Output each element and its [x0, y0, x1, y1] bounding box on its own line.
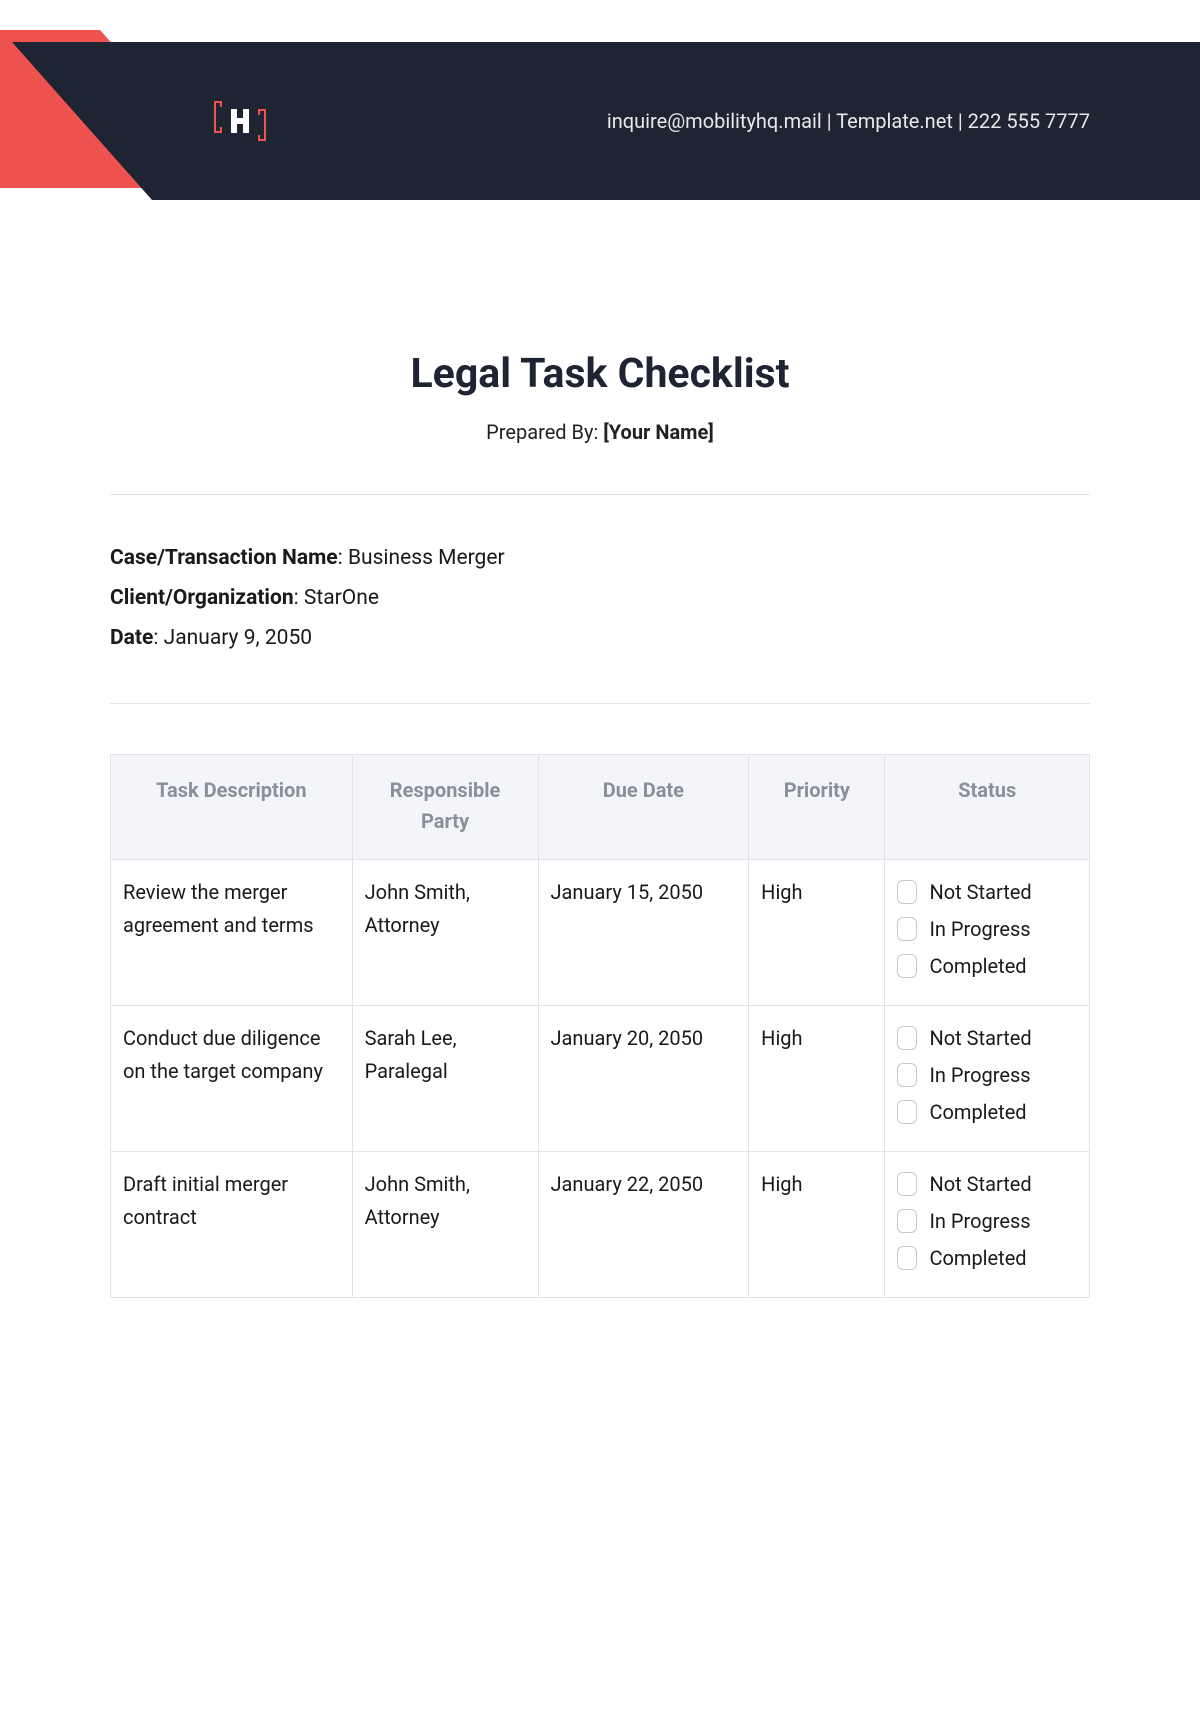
checkbox-icon[interactable] — [897, 917, 917, 941]
checkbox-icon[interactable] — [897, 1063, 917, 1087]
status-option: In Progress — [897, 1059, 1077, 1092]
col-header-resp: Responsible Party — [352, 754, 538, 859]
status-option: Completed — [897, 950, 1077, 983]
meta-block: Case/Transaction Name: Business Merger C… — [110, 495, 1090, 703]
meta-client-label: Client/Organization — [110, 586, 294, 610]
document-content: Legal Task Checklist Prepared By: [Your … — [0, 220, 1200, 1298]
status-option: In Progress — [897, 913, 1077, 946]
status-label: Completed — [929, 1096, 1077, 1129]
status-label: In Progress — [929, 1205, 1077, 1238]
prepared-by-value: [Your Name] — [603, 420, 714, 444]
meta-date-value: January 9, 2050 — [164, 626, 312, 650]
checkbox-icon[interactable] — [897, 1172, 917, 1196]
cell-desc: Draft initial merger contract — [111, 1151, 353, 1297]
cell-pri: High — [749, 1005, 885, 1151]
meta-case-value: Business Merger — [348, 546, 505, 570]
cell-status: Not Started In Progress Completed — [885, 859, 1090, 1005]
status-label: Completed — [929, 950, 1077, 983]
separator: | — [822, 109, 836, 133]
table-header-row: Task Description Responsible Party Due D… — [111, 754, 1090, 859]
logo-icon — [210, 95, 270, 147]
cell-resp: John Smith, Attorney — [352, 1151, 538, 1297]
cell-due: January 15, 2050 — [538, 859, 749, 1005]
col-header-due: Due Date — [538, 754, 749, 859]
checkbox-icon[interactable] — [897, 1100, 917, 1124]
col-header-pri: Priority — [749, 754, 885, 859]
divider — [110, 703, 1090, 704]
cell-resp: Sarah Lee, Paralegal — [352, 1005, 538, 1151]
contact-site: Template.net — [836, 109, 953, 133]
contact-line: inquire@mobilityhq.mail | Template.net |… — [607, 109, 1090, 133]
meta-date: Date: January 9, 2050 — [110, 619, 1090, 659]
checkbox-icon[interactable] — [897, 1026, 917, 1050]
meta-client-value: StarOne — [304, 586, 379, 610]
meta-case-label: Case/Transaction Name — [110, 546, 338, 570]
status-option: Completed — [897, 1242, 1077, 1275]
status-option: Not Started — [897, 876, 1077, 909]
cell-pri: High — [749, 859, 885, 1005]
separator: | — [953, 109, 968, 133]
col-header-desc: Task Description — [111, 754, 353, 859]
cell-due: January 20, 2050 — [538, 1005, 749, 1151]
status-option: Not Started — [897, 1168, 1077, 1201]
header-bar: inquire@mobilityhq.mail | Template.net |… — [0, 42, 1200, 200]
status-label: In Progress — [929, 1059, 1077, 1092]
table-row: Review the merger agreement and termsJoh… — [111, 859, 1090, 1005]
status-option: In Progress — [897, 1205, 1077, 1238]
cell-desc: Conduct due diligence on the target comp… — [111, 1005, 353, 1151]
prepared-by-label: Prepared By: — [486, 420, 603, 444]
status-option: Completed — [897, 1096, 1077, 1129]
cell-pri: High — [749, 1151, 885, 1297]
meta-client: Client/Organization: StarOne — [110, 579, 1090, 619]
checkbox-icon[interactable] — [897, 954, 917, 978]
page-title: Legal Task Checklist — [110, 350, 1090, 398]
header-banner: inquire@mobilityhq.mail | Template.net |… — [0, 30, 1200, 220]
cell-resp: John Smith, Attorney — [352, 859, 538, 1005]
status-label: Not Started — [929, 1168, 1077, 1201]
prepared-by-line: Prepared By: [Your Name] — [110, 420, 1090, 444]
status-label: In Progress — [929, 913, 1077, 946]
cell-status: Not Started In Progress Completed — [885, 1151, 1090, 1297]
tasks-table: Task Description Responsible Party Due D… — [110, 754, 1090, 1298]
contact-email: inquire@mobilityhq.mail — [607, 109, 822, 133]
col-header-stat: Status — [885, 754, 1090, 859]
status-label: Completed — [929, 1242, 1077, 1275]
meta-date-label: Date — [110, 626, 153, 650]
meta-case: Case/Transaction Name: Business Merger — [110, 539, 1090, 579]
checkbox-icon[interactable] — [897, 1209, 917, 1233]
contact-phone: 222 555 7777 — [968, 109, 1090, 133]
status-option: Not Started — [897, 1022, 1077, 1055]
table-row: Conduct due diligence on the target comp… — [111, 1005, 1090, 1151]
cell-status: Not Started In Progress Completed — [885, 1005, 1090, 1151]
status-label: Not Started — [929, 1022, 1077, 1055]
cell-due: January 22, 2050 — [538, 1151, 749, 1297]
table-row: Draft initial merger contractJohn Smith,… — [111, 1151, 1090, 1297]
status-label: Not Started — [929, 876, 1077, 909]
cell-desc: Review the merger agreement and terms — [111, 859, 353, 1005]
checkbox-icon[interactable] — [897, 1246, 917, 1270]
checkbox-icon[interactable] — [897, 880, 917, 904]
